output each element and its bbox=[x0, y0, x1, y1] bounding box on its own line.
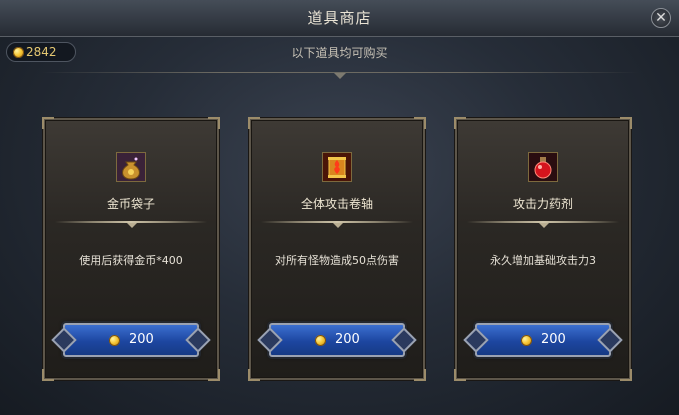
item-name: 攻击力药剂 bbox=[512, 197, 573, 211]
divider-arrow bbox=[539, 223, 549, 228]
item-name: 金币袋子 bbox=[106, 197, 155, 211]
buy-button[interactable]: 200 bbox=[269, 323, 405, 357]
buy-button[interactable]: 200 bbox=[475, 323, 611, 357]
subtitle-divider-arrow bbox=[334, 73, 346, 79]
gold-coin-icon bbox=[315, 335, 326, 346]
item-price: 200 bbox=[541, 332, 566, 347]
shop-item-card: 全体攻击卷轴 对所有怪物造成50点伤害 200 bbox=[248, 117, 426, 381]
buy-button[interactable]: 200 bbox=[63, 323, 199, 357]
coin-bag-icon bbox=[116, 152, 146, 182]
red-potion-icon bbox=[528, 152, 558, 182]
shop-item-card: 攻击力药剂 永久增加基础攻击力3 200 bbox=[454, 117, 632, 381]
item-description: 对所有怪物造成50点伤害 bbox=[275, 254, 399, 267]
gold-coin-icon bbox=[109, 335, 120, 346]
gold-coin-icon bbox=[521, 335, 532, 346]
title-bar: 道具商店 ✕ bbox=[0, 0, 679, 37]
item-name: 全体攻击卷轴 bbox=[300, 197, 373, 211]
window-title: 道具商店 bbox=[307, 9, 372, 27]
divider-arrow bbox=[127, 223, 137, 228]
item-price: 200 bbox=[129, 332, 154, 347]
fire-scroll-icon bbox=[322, 152, 352, 182]
shop-subtitle: 以下道具均可购买 bbox=[291, 46, 388, 60]
close-icon[interactable]: ✕ bbox=[651, 8, 671, 28]
item-description: 使用后获得金币*400 bbox=[79, 254, 183, 267]
divider-arrow bbox=[333, 223, 343, 228]
item-description: 永久增加基础攻击力3 bbox=[490, 254, 596, 267]
shop-item-card: 金币袋子 使用后获得金币*400 200 bbox=[42, 117, 220, 381]
item-price: 200 bbox=[335, 332, 360, 347]
